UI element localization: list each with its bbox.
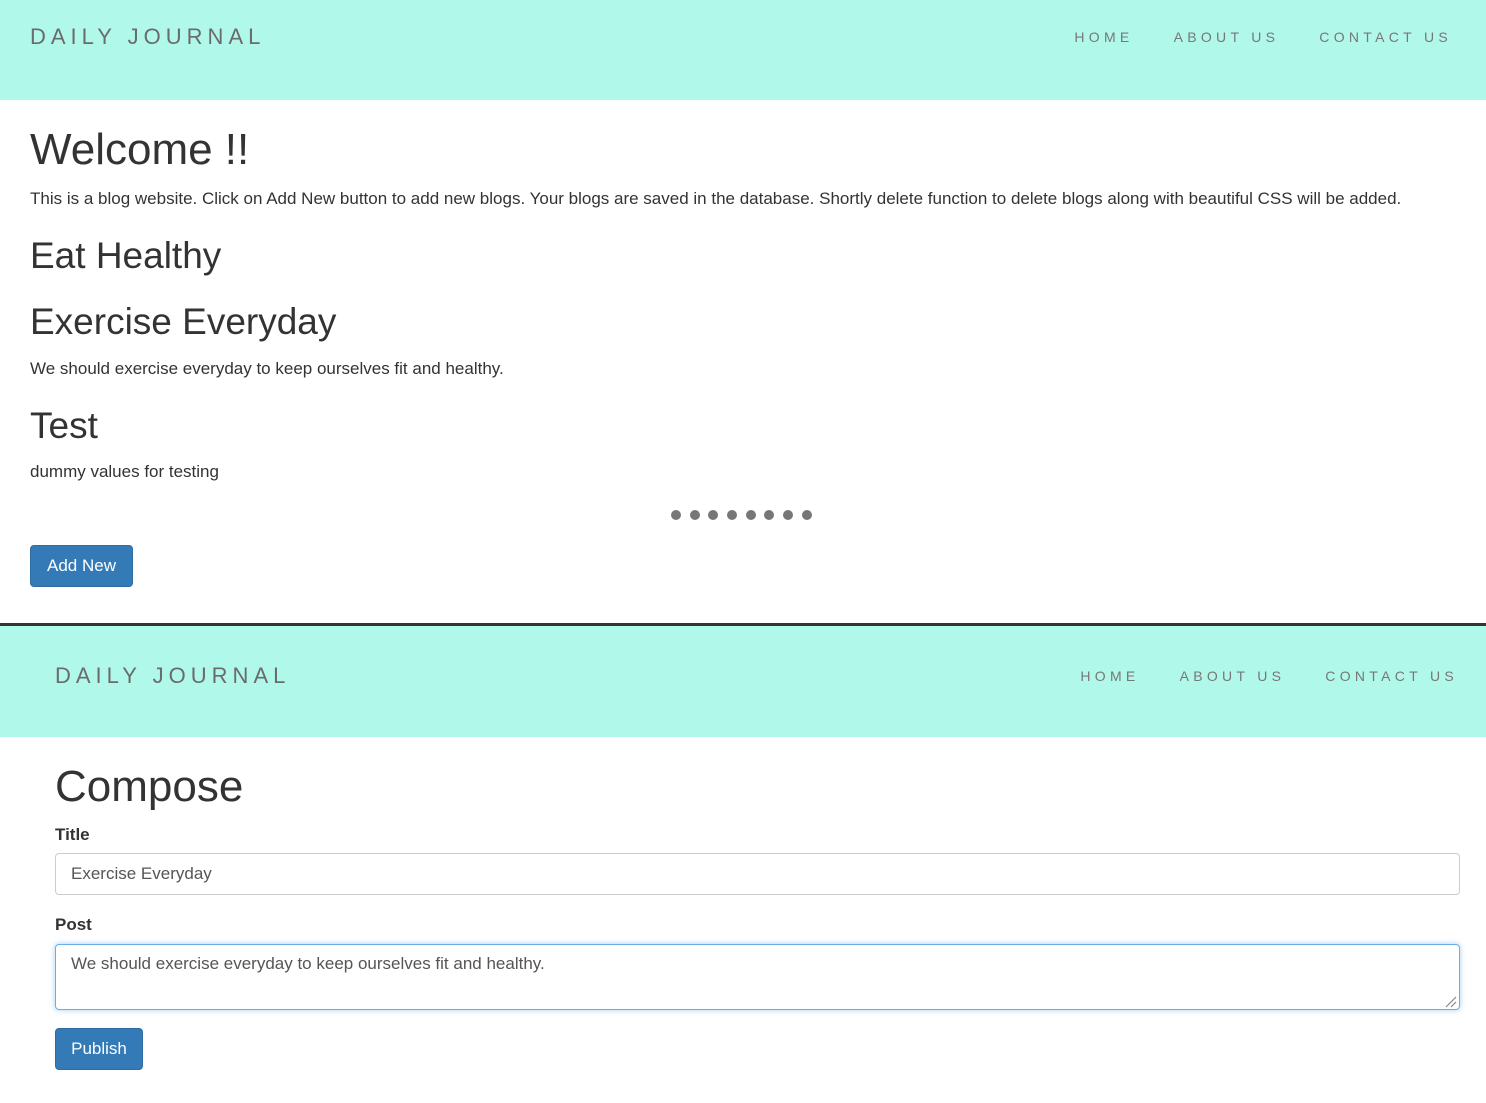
nav-home-link[interactable]: HOME [1074,29,1133,45]
compose-title: Compose [55,762,244,811]
nav-contact-link[interactable]: CONTACT US [1319,29,1452,45]
intro-text: This is a blog website. Click on Add New… [30,189,1402,208]
dot [745,510,756,520]
nav-links: HOME ABOUT US CONTACT US [1080,668,1458,684]
title-label: Title [55,825,90,844]
dot [727,510,738,520]
dot [689,510,700,520]
nav-about-link[interactable]: ABOUT US [1174,29,1280,45]
publish-button[interactable]: Publish [55,1028,143,1070]
resize-grip-icon[interactable] [1443,994,1457,1008]
top-navbar: DAILY JOURNAL HOME ABOUT US CONTACT US [0,0,1486,100]
post-textarea[interactable]: We should exercise everyday to keep ours… [55,944,1460,1010]
dot [671,510,681,520]
nav-links: HOME ABOUT US CONTACT US [1074,29,1452,45]
dot [708,510,719,520]
dot [801,510,812,520]
post-label: Post [55,915,92,934]
dot [783,510,794,520]
brand-logo[interactable]: DAILY JOURNAL [55,663,290,689]
dots-separator [671,510,821,520]
nav-home-link[interactable]: HOME [1080,668,1139,684]
page-title: Welcome !! [30,125,250,174]
post-body: We should exercise everyday to keep ours… [30,359,504,378]
nav-contact-link[interactable]: CONTACT US [1325,668,1458,684]
compose-navbar: DAILY JOURNAL HOME ABOUT US CONTACT US [0,626,1486,737]
nav-about-link[interactable]: ABOUT US [1180,668,1286,684]
title-input[interactable]: Exercise Everyday [55,853,1460,895]
post-title: Test [30,405,98,446]
post-title: Eat Healthy [30,235,222,276]
add-new-button[interactable]: Add New [30,545,133,587]
dot [764,510,775,520]
brand-logo[interactable]: DAILY JOURNAL [30,24,265,50]
post-title: Exercise Everyday [30,301,337,342]
post-body: dummy values for testing [30,462,219,481]
